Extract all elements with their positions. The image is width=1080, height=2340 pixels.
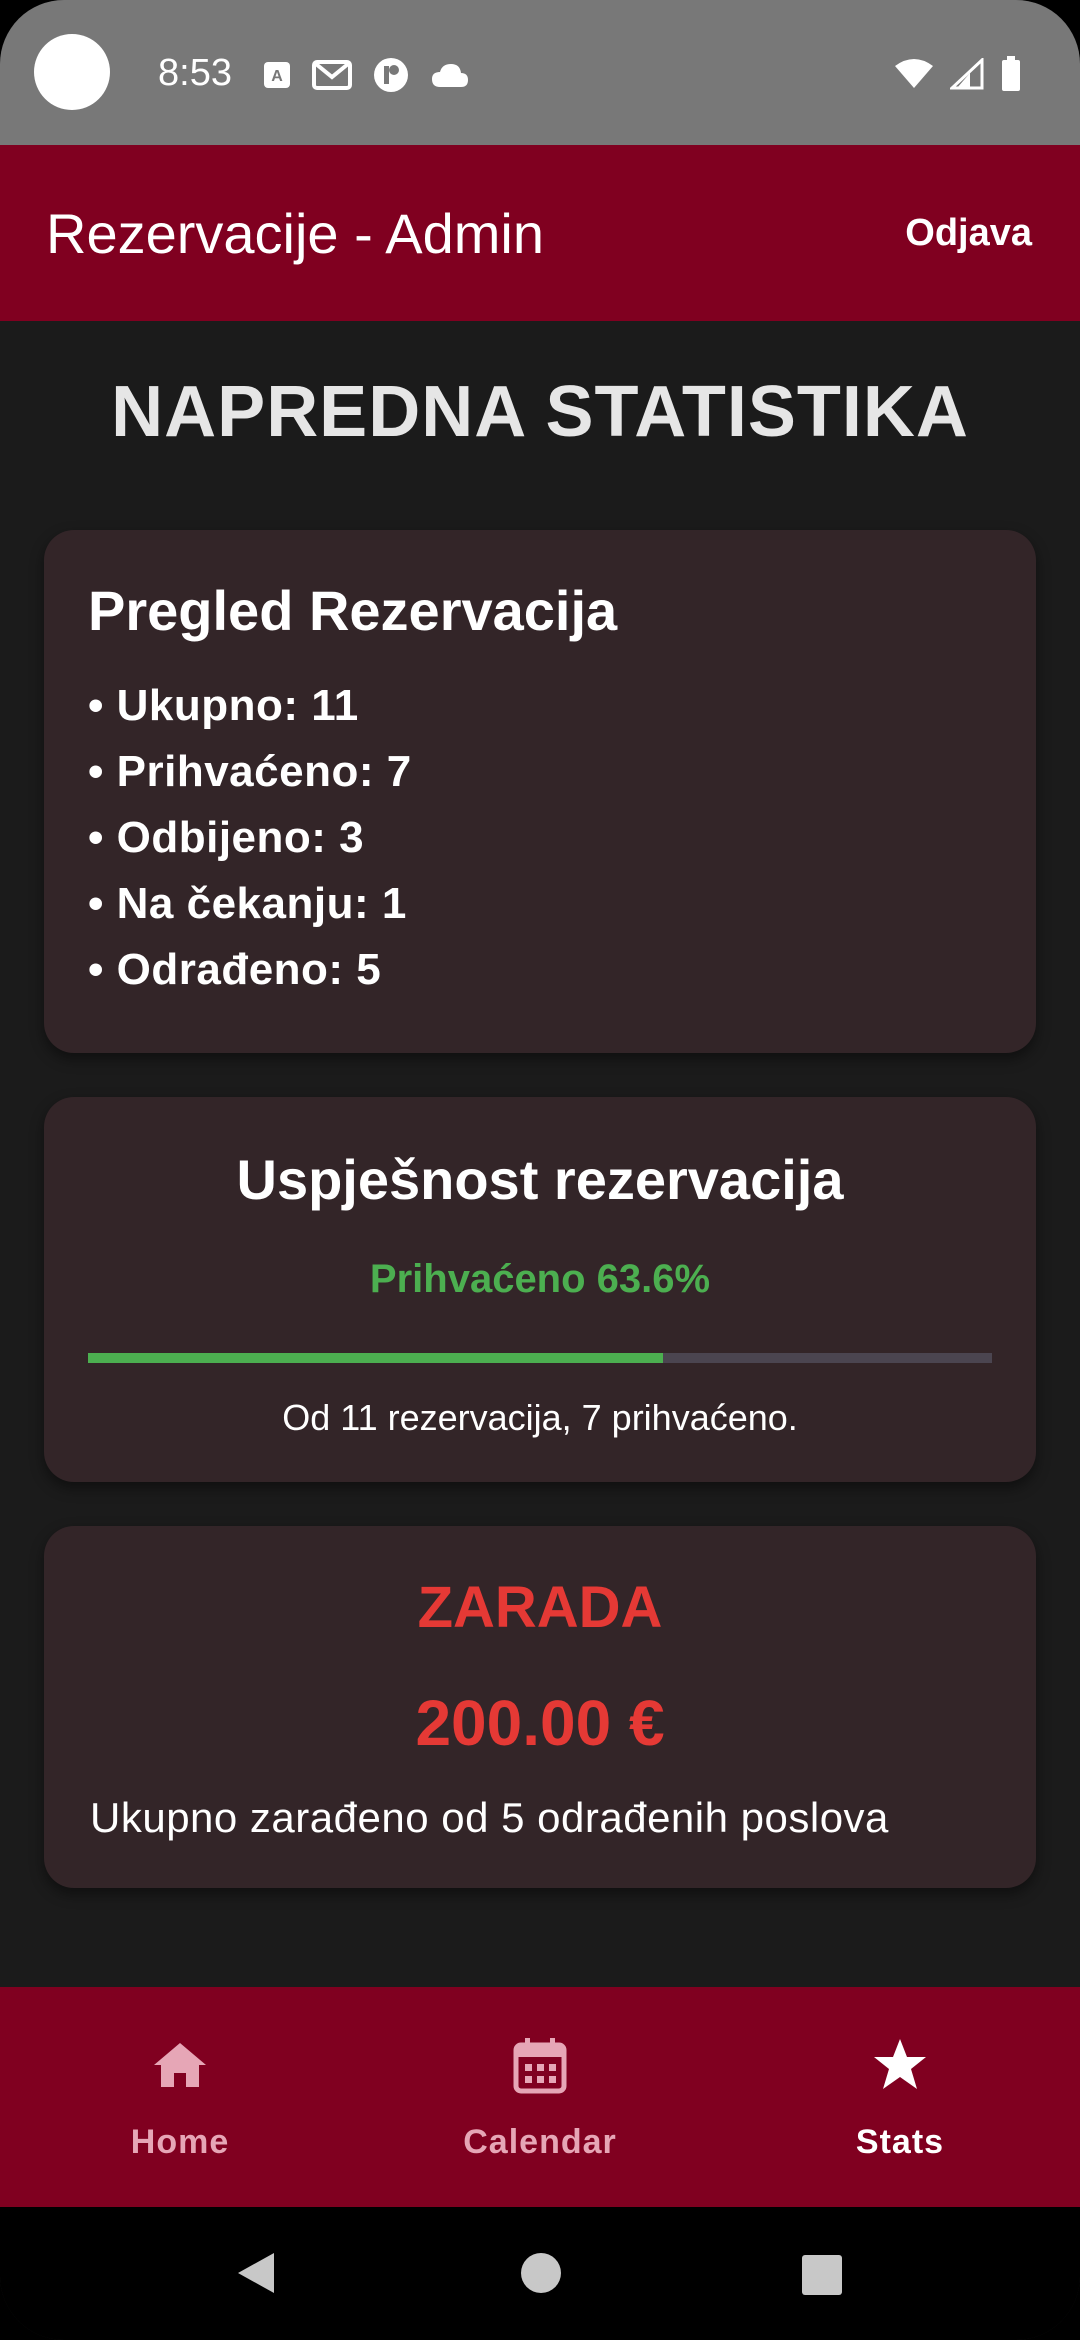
system-navigation-bar bbox=[0, 2207, 1080, 2340]
cloud-icon bbox=[430, 61, 470, 94]
home-circle-icon[interactable] bbox=[519, 2249, 563, 2298]
stat-rejected: • Odbijeno: 3 bbox=[88, 813, 365, 862]
stats-content[interactable]: NAPREDNA STATISTIKA Pregled Rezervacija … bbox=[0, 321, 1080, 1987]
earnings-caption: Ukupno zarađeno od 5 odrađenih poslova bbox=[90, 1794, 889, 1841]
stat-completed: • Odrađeno: 5 bbox=[88, 945, 382, 994]
wifi-icon bbox=[894, 58, 934, 95]
page-title: NAPREDNA STATISTIKA bbox=[111, 372, 969, 452]
translate-icon: A bbox=[262, 60, 292, 95]
nav-home-label: Home bbox=[130, 2123, 230, 2161]
svg-text:A: A bbox=[271, 68, 283, 85]
stat-pending: • Na čekanju: 1 bbox=[88, 879, 407, 928]
battery-icon bbox=[1000, 56, 1022, 97]
bottom-navigation: Home Calendar Stats bbox=[0, 1987, 1080, 2207]
home-icon bbox=[150, 2035, 210, 2095]
success-percent: Prihvaćeno 63.6% bbox=[369, 1257, 711, 1301]
overview-list: • Ukupno: 11 • Prihvaćeno: 7 • Odbijeno:… bbox=[88, 673, 992, 1003]
nav-calendar-label: Calendar bbox=[463, 2123, 617, 2161]
status-time: 8:53 bbox=[158, 52, 232, 94]
notification-icons: A bbox=[262, 56, 470, 99]
app-icon bbox=[372, 56, 410, 99]
success-progress-bar bbox=[88, 1353, 992, 1363]
gmail-icon bbox=[312, 59, 352, 96]
system-icons bbox=[894, 56, 1022, 97]
stat-accepted: • Prihvaćeno: 7 bbox=[88, 747, 412, 796]
logout-button[interactable]: Odjava bbox=[905, 212, 1032, 255]
stat-total: • Ukupno: 11 bbox=[88, 681, 359, 730]
overview-card: Pregled Rezervacija • Ukupno: 11 • Prihv… bbox=[44, 530, 1036, 1053]
app-bar: Rezervacije - Admin Odjava bbox=[0, 145, 1080, 321]
overview-title: Pregled Rezervacija bbox=[88, 579, 618, 642]
camera-cutout bbox=[34, 34, 110, 110]
success-caption: Od 11 rezervacija, 7 prihvaćeno. bbox=[282, 1397, 798, 1438]
earnings-card: ZARADA 200.00 € Ukupno zarađeno od 5 odr… bbox=[44, 1526, 1036, 1888]
success-card: Uspješnost rezervacija Prihvaćeno 63.6% … bbox=[44, 1097, 1036, 1482]
status-bar: 8:53 A bbox=[0, 0, 1080, 145]
app-title: Rezervacije - Admin bbox=[46, 201, 544, 265]
success-progress-fill bbox=[88, 1353, 663, 1363]
earnings-amount: 200.00 € bbox=[415, 1687, 665, 1759]
nav-calendar[interactable]: Calendar bbox=[360, 1987, 720, 2207]
earnings-title: ZARADA bbox=[417, 1575, 663, 1640]
success-title: Uspješnost rezervacija bbox=[236, 1148, 844, 1211]
nav-stats-label: Stats bbox=[855, 2123, 945, 2161]
phone-screen: 8:53 A Rezervacije - Admin Odjava NAPRED… bbox=[0, 0, 1080, 2340]
recents-icon[interactable] bbox=[800, 2249, 844, 2302]
signal-icon bbox=[948, 56, 984, 95]
back-icon[interactable] bbox=[234, 2249, 278, 2302]
star-icon bbox=[870, 2035, 930, 2095]
nav-stats[interactable]: Stats bbox=[720, 1987, 1080, 2207]
nav-home[interactable]: Home bbox=[0, 1987, 360, 2207]
calendar-icon bbox=[510, 2035, 570, 2095]
